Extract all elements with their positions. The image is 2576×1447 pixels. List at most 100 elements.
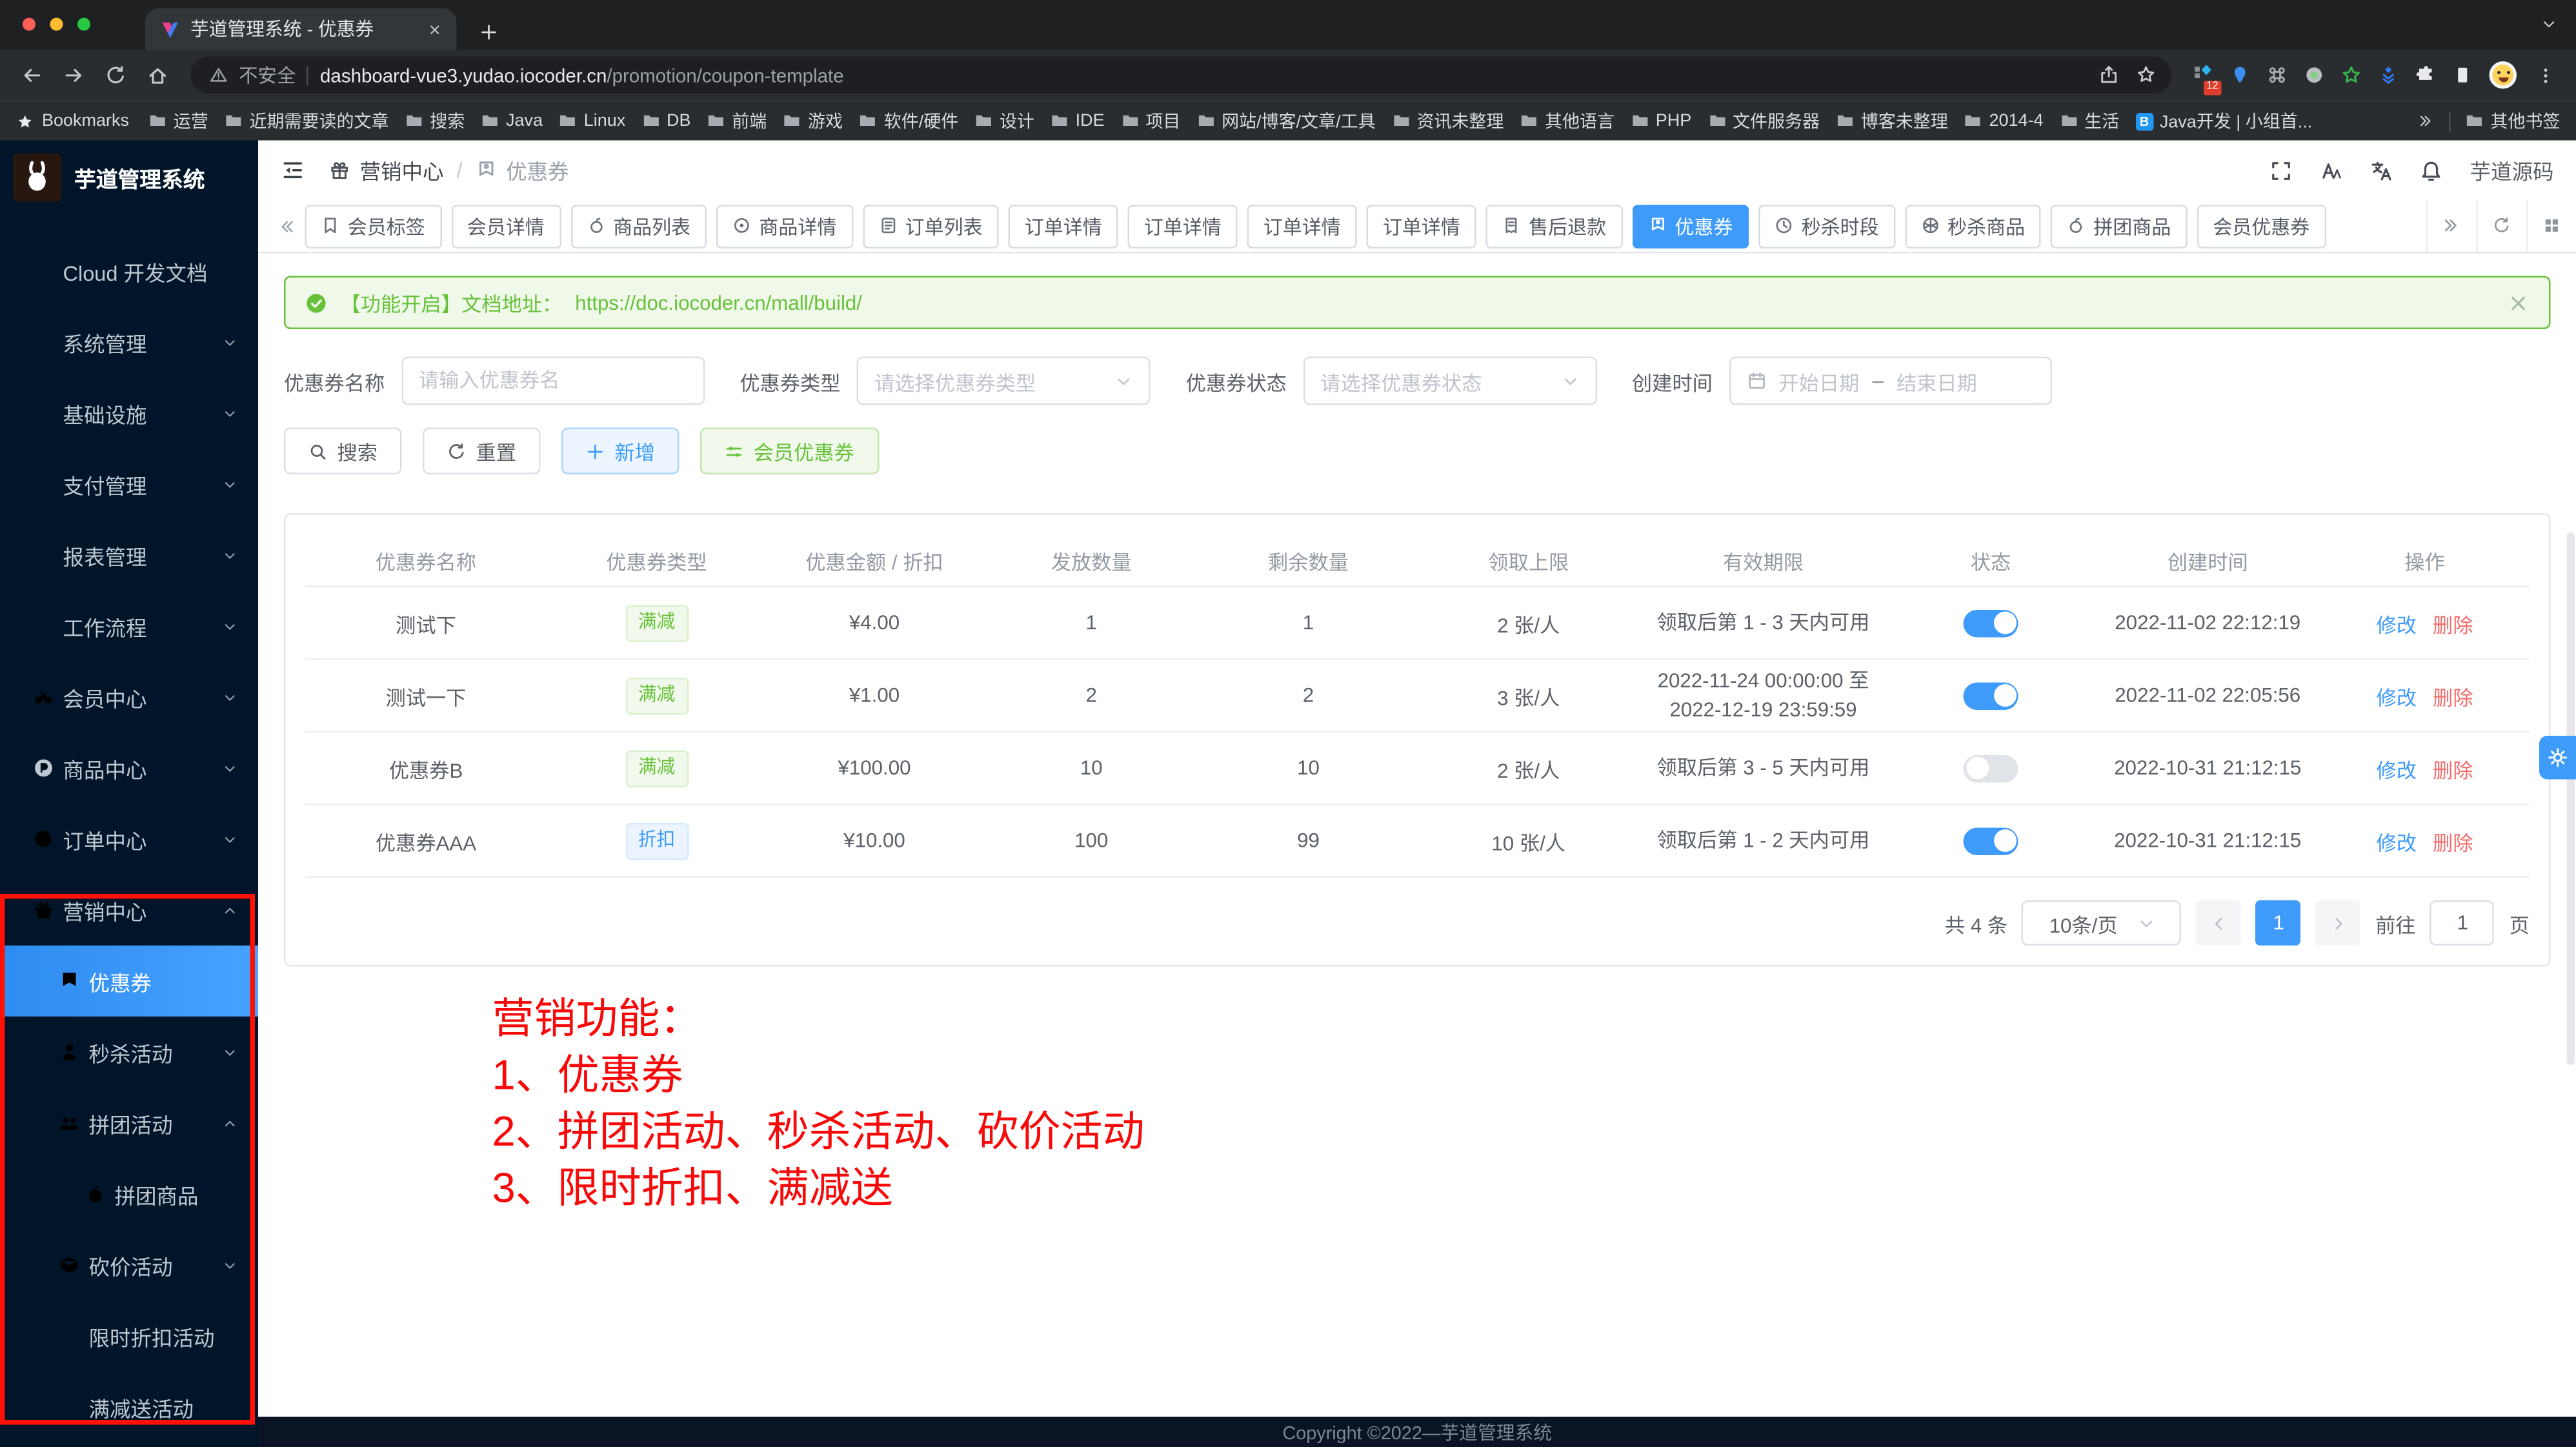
bookmarks-overflow-icon[interactable] <box>2419 113 2435 129</box>
add-button[interactable]: 新增 <box>561 428 679 475</box>
app-logo-row[interactable]: 芋道管理系统 <box>0 141 258 215</box>
browser-tab[interactable]: 芋道管理系统 - 优惠券 <box>145 8 457 50</box>
status-toggle[interactable] <box>1964 754 2018 782</box>
extension-panel-icon[interactable] <box>2452 65 2473 86</box>
bookmarks-root[interactable]: Bookmarks <box>16 112 129 131</box>
bookmark-folder-2[interactable]: 搜索 <box>405 108 465 134</box>
window-minimize-button[interactable] <box>50 18 63 31</box>
bookmark-folder-19[interactable]: 生活 <box>2060 108 2120 134</box>
extensions-puzzle-icon[interactable] <box>2415 65 2437 86</box>
extension-chevrons-icon[interactable] <box>2378 65 2399 86</box>
goto-page-input[interactable] <box>2430 900 2495 946</box>
alert-close-icon[interactable] <box>2507 291 2530 314</box>
extension-tag-manager[interactable]: 12 <box>2193 62 2214 88</box>
current-user[interactable]: 芋道源码 <box>2470 155 2553 186</box>
extension-recorder-icon[interactable] <box>2304 65 2325 86</box>
sidebar-item-3[interactable]: 支付管理 <box>0 449 258 520</box>
bookmark-folder-14[interactable]: 其他语言 <box>1520 108 1615 134</box>
edit-link[interactable]: 修改 <box>2376 832 2417 855</box>
address-bar[interactable]: 不安全 dashboard-vue3.yudao.iocoder.cn/prom… <box>190 57 2171 94</box>
edit-link[interactable]: 修改 <box>2376 759 2417 782</box>
tag-tab-7[interactable]: 订单详情 <box>1247 204 1357 248</box>
sidebar-item-13[interactable]: 拼团商品 <box>0 1159 258 1229</box>
bookmark-folder-13[interactable]: 资讯未整理 <box>1392 108 1504 134</box>
coupon-type-select[interactable]: 请选择优惠券类型 <box>857 357 1151 405</box>
sidebar-item-1[interactable]: 系统管理 <box>0 307 258 378</box>
tag-tab-0[interactable]: 会员标签 <box>305 204 441 248</box>
bookmark-folder-3[interactable]: Java <box>481 112 543 131</box>
sidebar-item-12[interactable]: 拼团活动 <box>0 1088 258 1159</box>
tags-scroll-left-icon[interactable] <box>267 217 305 235</box>
fullscreen-icon[interactable] <box>2269 159 2292 181</box>
profile-avatar[interactable] <box>2490 61 2517 89</box>
bookmark-site[interactable]: BJava开发 | 小组首... <box>2135 108 2312 134</box>
settings-float-button[interactable] <box>2539 736 2576 780</box>
tag-tab-14[interactable]: 会员优惠券 <box>2197 204 2326 248</box>
sidebar-item-16[interactable]: 满减送活动 <box>0 1371 258 1442</box>
window-close-button[interactable] <box>23 18 35 31</box>
next-page-button[interactable] <box>2316 900 2361 946</box>
bookmark-folder-10[interactable]: IDE <box>1051 112 1105 131</box>
delete-link[interactable]: 删除 <box>2433 614 2473 636</box>
bookmark-folder-4[interactable]: Linux <box>559 112 625 131</box>
tag-tab-4[interactable]: 订单列表 <box>862 204 998 248</box>
tag-tab-1[interactable]: 会员详情 <box>451 204 561 248</box>
sidebar-item-8[interactable]: 订单中心 <box>0 804 258 875</box>
extension-star-icon[interactable] <box>2341 65 2362 86</box>
bookmark-folder-0[interactable]: 运营 <box>148 108 208 134</box>
edit-link[interactable]: 修改 <box>2376 614 2417 636</box>
sidebar-item-5[interactable]: 工作流程 <box>0 591 258 662</box>
search-button[interactable]: 搜索 <box>284 428 402 475</box>
bookmark-folder-6[interactable]: 前端 <box>707 108 767 134</box>
coupon-name-input[interactable] <box>401 357 704 405</box>
status-toggle[interactable] <box>1964 609 2018 637</box>
font-size-icon[interactable] <box>2320 159 2342 181</box>
new-tab-button[interactable] <box>479 23 499 42</box>
sidebar-item-10[interactable]: 优惠券 <box>0 946 258 1017</box>
bookmark-folder-17[interactable]: 博客未整理 <box>1836 108 1948 134</box>
delete-link[interactable]: 删除 <box>2433 832 2473 855</box>
bookmark-folder-8[interactable]: 软件/硬件 <box>859 108 958 134</box>
tag-tab-3[interactable]: 商品详情 <box>716 204 852 248</box>
translate-icon[interactable] <box>2370 159 2392 181</box>
tag-tab-2[interactable]: 商品列表 <box>570 204 707 248</box>
bookmark-folder-11[interactable]: 项目 <box>1121 108 1181 134</box>
sidebar-item-6[interactable]: 会员中心 <box>0 662 258 733</box>
bookmark-folder-12[interactable]: 网站/博客/文章/工具 <box>1196 108 1375 134</box>
forward-button[interactable] <box>57 64 92 86</box>
alert-link[interactable]: https://doc.iocoder.cn/mall/build/ <box>575 291 862 314</box>
browser-menu-icon[interactable] <box>2536 65 2555 85</box>
sidebar-item-7[interactable]: 商品中心 <box>0 733 258 804</box>
breadcrumb-item[interactable]: 营销中心 <box>360 155 444 186</box>
edit-link[interactable]: 修改 <box>2376 687 2417 709</box>
coupon-status-select[interactable]: 请选择优惠券状态 <box>1303 357 1596 405</box>
reload-button[interactable] <box>99 64 134 86</box>
bookmark-folder-18[interactable]: 2014-4 <box>1964 112 2044 131</box>
layout-grid-icon[interactable] <box>2543 217 2562 236</box>
prev-page-button[interactable] <box>2197 900 2242 946</box>
sidebar-item-14[interactable]: 砍价活动 <box>0 1229 258 1300</box>
tag-tab-9[interactable]: 售后退款 <box>1486 204 1622 248</box>
bookmark-folder-16[interactable]: 文件服务器 <box>1707 108 1820 134</box>
delete-link[interactable]: 删除 <box>2433 759 2473 782</box>
member-coupon-button[interactable]: 会员优惠券 <box>700 428 878 475</box>
bookmark-folder-15[interactable]: PHP <box>1631 112 1691 131</box>
tag-tab-12[interactable]: 秒杀商品 <box>1905 204 2041 248</box>
tab-search-icon[interactable] <box>2541 16 2557 32</box>
reset-button[interactable]: 重置 <box>423 428 541 475</box>
extension-command-icon[interactable] <box>2267 65 2288 86</box>
tag-tab-8[interactable]: 订单详情 <box>1367 204 1476 248</box>
tags-refresh-icon[interactable] <box>2493 217 2511 236</box>
tab-close-icon[interactable] <box>428 22 443 37</box>
sidebar-item-0[interactable]: Cloud 开发文档 <box>0 236 258 307</box>
tag-tab-6[interactable]: 订单详情 <box>1128 204 1238 248</box>
tags-scroll-right-icon[interactable] <box>2443 217 2462 236</box>
bookmark-folder-9[interactable]: 设计 <box>974 108 1034 134</box>
sidebar-item-15[interactable]: 限时折扣活动 <box>0 1300 258 1371</box>
notification-bell-icon[interactable] <box>2420 159 2442 181</box>
tag-tab-11[interactable]: 秒杀时段 <box>1758 204 1895 248</box>
back-button[interactable] <box>15 64 50 86</box>
home-button[interactable] <box>141 64 176 86</box>
sidebar-item-9[interactable]: 营销中心 <box>0 875 258 946</box>
sidebar-item-4[interactable]: 报表管理 <box>0 520 258 591</box>
